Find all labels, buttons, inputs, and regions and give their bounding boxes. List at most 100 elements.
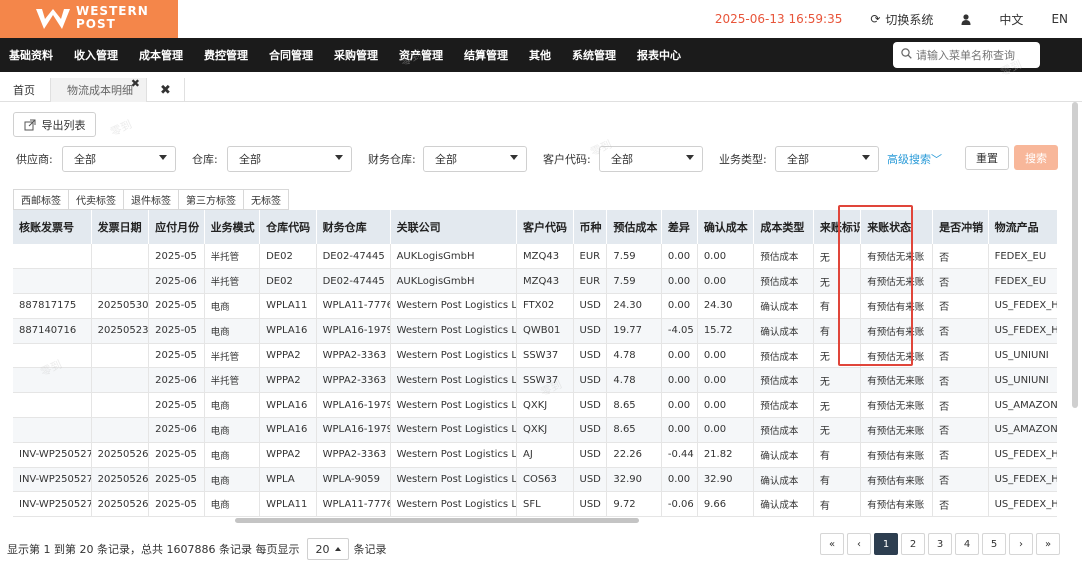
search-button[interactable]: 搜索 (1014, 145, 1058, 170)
page-button[interactable]: « (820, 533, 844, 555)
column-header[interactable]: 财务仓库 (316, 210, 391, 244)
column-header[interactable]: 来账状态 (860, 210, 934, 244)
page-button[interactable]: 3 (928, 533, 952, 555)
table-cell: USD (573, 491, 608, 518)
page-button[interactable]: ‹ (847, 533, 871, 555)
table-cell: 预估成本 (753, 417, 814, 443)
table-cell: 21.82 (697, 442, 755, 468)
column-header[interactable]: 核账发票号 (13, 210, 92, 244)
table-row[interactable]: 2025-06 电商 WPLA16 WPLA16-1979 Western Post L… (13, 417, 1057, 443)
column-header[interactable]: 客户代码 (516, 210, 574, 244)
column-header[interactable]: 成本类型 (753, 210, 814, 244)
menu-search-input[interactable] (916, 48, 1036, 62)
lang-en-button[interactable]: EN (1051, 12, 1068, 26)
export-list-button[interactable]: 导出列表 (13, 112, 96, 137)
column-header[interactable]: 是否冲销 (932, 210, 989, 244)
column-header[interactable]: 来账标识 (813, 210, 862, 244)
page-button[interactable]: » (1036, 533, 1060, 555)
nav-item[interactable]: 系统管理 (572, 47, 616, 63)
table-cell: 0.00 (661, 343, 698, 369)
page-button[interactable]: 1 (874, 533, 898, 555)
table-cell: 2025-05 (148, 244, 205, 270)
column-header[interactable]: 物流产品 (988, 210, 1057, 244)
page-button[interactable]: 4 (955, 533, 979, 555)
table-cell: 有预估有来账 (860, 442, 934, 468)
table-cell: 否 (932, 343, 989, 369)
table-cell: WPPA2-3363 (316, 442, 391, 468)
column-header[interactable]: 业务模式 (204, 210, 261, 244)
column-header[interactable]: 应付月份 (148, 210, 205, 244)
table-cell: AUKLogisGmbH (390, 244, 517, 270)
warehouse-select[interactable]: 全部 (227, 146, 352, 172)
column-header[interactable]: 关联公司 (390, 210, 517, 244)
tab-logistics-cost-detail[interactable]: 物流成本明细 ✖ (51, 77, 147, 102)
table-row[interactable]: 2025-05 半托管 WPPA2 WPPA2-3363 Western Post Lo… (13, 343, 1057, 369)
table-cell: 2025-06 (148, 367, 205, 394)
table-cell: 2025-05 (148, 293, 205, 319)
nav-item[interactable]: 结算管理 (464, 47, 508, 63)
nav-item[interactable]: 收入管理 (74, 47, 118, 63)
nav-item[interactable]: 报表中心 (637, 47, 681, 63)
advanced-search-link[interactable]: 高级搜索﹀ (887, 151, 942, 167)
column-header[interactable]: 发票日期 (91, 210, 150, 244)
column-header[interactable]: 预估成本 (606, 210, 662, 244)
column-header[interactable]: 币种 (573, 210, 608, 244)
table-row[interactable]: 2025-05 半托管 DE02 DE02-47445 AUKLogisGmbH MZQ4… (13, 244, 1057, 270)
table-cell: 预估成本 (753, 268, 814, 295)
nav-item[interactable]: 基础资料 (9, 47, 53, 63)
user-menu[interactable] (961, 13, 971, 25)
table-row[interactable]: 887140716 20250523 2025-05 电商 WPLA16 WPLA16-1… (13, 318, 1057, 344)
column-header[interactable]: 差异 (661, 210, 698, 244)
nav-item[interactable]: 费控管理 (204, 47, 248, 63)
table-cell: AUKLogisGmbH (390, 268, 517, 295)
label-tab[interactable]: 无标签 (244, 189, 289, 210)
menu-search-box[interactable] (893, 42, 1040, 68)
nav-item[interactable]: 采购管理 (334, 47, 378, 63)
column-header[interactable]: 确认成本 (697, 210, 755, 244)
label-tab[interactable]: 退件标签 (124, 189, 179, 210)
nav-item[interactable]: 成本管理 (139, 47, 183, 63)
table-row[interactable]: 887817175 20250530 2025-05 电商 WPLA11 WPLA11-7… (13, 293, 1057, 319)
table-cell: 电商 (204, 442, 261, 468)
page-button[interactable]: 2 (901, 533, 925, 555)
finance-warehouse-select[interactable]: 全部 (423, 146, 527, 172)
close-all-tabs-button[interactable]: ✖ (147, 78, 185, 102)
logo-mark-icon (36, 9, 70, 29)
supplier-select[interactable]: 全部 (62, 146, 176, 172)
tab-home[interactable]: 首页 (0, 78, 51, 102)
reset-button[interactable]: 重置 (965, 146, 1009, 170)
label-tab[interactable]: 代卖标签 (69, 189, 124, 210)
lang-cn-button[interactable]: 中文 (999, 11, 1023, 28)
horizontal-scrollbar[interactable] (235, 518, 639, 523)
business-type-select[interactable]: 全部 (775, 146, 879, 172)
table-row[interactable]: INV-WP250527 20250526 2025-05 电商 WPLA11 WPLA1… (13, 491, 1057, 518)
nav-item[interactable]: 其他 (529, 47, 551, 63)
nav-item[interactable]: 合同管理 (269, 47, 313, 63)
table-row[interactable]: 2025-06 半托管 DE02 DE02-47445 AUKLogisGmbH MZQ4… (13, 268, 1057, 295)
label-tab[interactable]: 西邮标签 (13, 189, 69, 210)
customer-code-select[interactable]: 全部 (599, 146, 703, 172)
table-header-row: 核账发票号 发票日期 应付月份 业务模式 仓库代码 财务仓库 关联公司 客户代码 币种 预估成本差… (13, 210, 1057, 244)
table-cell: 9.66 (697, 491, 755, 518)
table-cell: WPLA16 (259, 318, 317, 344)
switch-system-button[interactable]: ⟳ 切换系统 (870, 11, 933, 28)
column-header[interactable]: 仓库代码 (259, 210, 317, 244)
table-row[interactable]: INV-WP250527 20250526 2025-05 电商 WPPA2 WPPA2-… (13, 442, 1057, 468)
page-size-select[interactable]: 20 (307, 538, 350, 560)
table-cell: 4.78 (606, 367, 662, 394)
table-row[interactable]: 2025-05 电商 WPLA16 WPLA16-1979 Western Post L… (13, 392, 1057, 419)
table-row[interactable]: 2025-06 半托管 WPPA2 WPPA2-3363 Western Post Lo… (13, 367, 1057, 394)
nav-item[interactable]: 资产管理 (399, 47, 443, 63)
table-cell: 有预估有来账 (860, 293, 934, 319)
tab-close-icon[interactable]: ✖ (131, 77, 140, 90)
table-cell: USD (573, 442, 608, 468)
table-cell (13, 244, 92, 270)
table-cell: 电商 (204, 293, 261, 319)
page-button[interactable]: 5 (982, 533, 1006, 555)
page-button[interactable]: › (1009, 533, 1033, 555)
brand-logo[interactable]: WESTERN POST (0, 0, 178, 38)
label-tab[interactable]: 第三方标签 (179, 189, 244, 210)
table-cell: USD (573, 417, 608, 443)
table-row[interactable]: INV-WP250527 20250526 2025-05 电商 WPLA WPLA-90… (13, 467, 1057, 493)
vertical-scrollbar[interactable] (1072, 102, 1078, 408)
